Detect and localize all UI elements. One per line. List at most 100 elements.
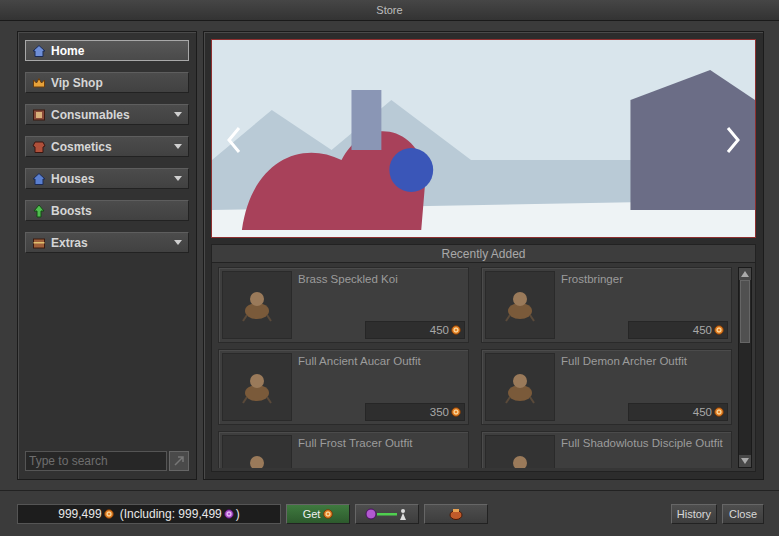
product-thumb [222,435,292,468]
shirt-icon [32,140,46,154]
product-name: Brass Speckled Koi [298,273,465,287]
get-coins-button[interactable]: Get [286,504,350,524]
recently-added-panel: Recently Added Brass Speckled Koi 450 Fr… [211,244,756,472]
banner-next-button[interactable] [723,124,743,156]
coin-icon [323,509,333,519]
balance-suffix: ) [236,507,240,521]
product-card[interactable]: Full Ancient Aucar Outfit 350 [218,349,469,425]
expand-arrow-icon [174,112,182,117]
balance-coins: 999,499 [58,507,101,521]
sidebar-item-label: Vip Shop [51,76,182,90]
house-icon [32,172,46,186]
sidebar-item-label: Home [51,44,182,58]
scroll-thumb[interactable] [740,280,750,343]
sidebar-item[interactable]: Houses [25,168,189,189]
get-label: Get [303,508,321,520]
product-name: Full Ancient Aucar Outfit [298,355,465,369]
product-info: Full Demon Archer Outfit 450 [561,353,728,421]
banner-art-icon [212,40,755,237]
product-card[interactable]: Full Frost Tracer Outfit [218,431,469,468]
main-panel: Recently Added Brass Speckled Koi 450 Fr… [203,31,764,480]
potion-icon [32,108,46,122]
product-icon [500,449,540,468]
product-grid: Brass Speckled Koi 450 Frostbringer 450 … [218,267,732,468]
chest-icon [32,236,46,250]
product-info: Full Shadowlotus Disciple Outfit [561,435,728,468]
home-icon [32,44,46,58]
title-bar: Store [0,0,779,21]
product-info: Full Ancient Aucar Outfit 350 [298,353,465,421]
chevron-right-icon [726,126,740,154]
store-window: Store Home Vip Shop Consumables Cosmetic… [0,0,779,536]
coin-icon [451,407,461,417]
sidebar: Home Vip Shop Consumables Cosmetics Hous… [17,31,197,480]
banner-prev-button[interactable] [224,124,244,156]
expand-arrow-icon [174,176,182,181]
close-button[interactable]: Close [722,504,764,524]
product-thumb [485,435,555,468]
transferable-coin-icon [224,509,234,519]
sidebar-item-label: Extras [51,236,169,250]
search-button[interactable] [169,451,189,471]
transfer-coins-icon [365,508,409,520]
coin-icon [451,325,461,335]
scroll-up-button[interactable] [739,268,751,280]
boost-icon [32,204,46,218]
product-info: Frostbringer 450 [561,271,728,339]
product-icon [500,285,540,325]
sidebar-item[interactable]: Extras [25,232,189,253]
price-value: 350 [430,406,449,418]
price-value: 450 [430,324,449,336]
search-field[interactable] [25,451,167,471]
product-name: Full Demon Archer Outfit [561,355,728,369]
product-thumb [485,353,555,421]
expand-arrow-icon [174,144,182,149]
product-name: Full Frost Tracer Outfit [298,437,465,451]
product-card[interactable]: Full Demon Archer Outfit 450 [481,349,732,425]
product-card[interactable]: Brass Speckled Koi 450 [218,267,469,343]
scroll-down-button[interactable] [739,455,751,467]
sidebar-item[interactable]: Home [25,40,189,61]
sidebar-item[interactable]: Vip Shop [25,72,189,93]
product-price: 350 [365,403,465,421]
transfer-coins-button[interactable] [355,504,419,524]
product-icon [237,367,277,407]
balance-including: (Including: 999,499 [120,507,222,521]
sidebar-item-label: Boosts [51,204,182,218]
product-price: 450 [365,321,465,339]
product-name: Full Shadowlotus Disciple Outfit [561,437,728,451]
product-thumb [222,271,292,339]
window-title: Store [376,4,402,16]
product-price: 450 [628,403,728,421]
product-thumb [485,271,555,339]
product-list: Brass Speckled Koi 450 Frostbringer 450 … [212,263,755,471]
crown-icon [32,76,46,90]
product-name: Frostbringer [561,273,728,287]
product-card[interactable]: Frostbringer 450 [481,267,732,343]
product-icon [237,285,277,325]
scroll-track [739,280,751,455]
sidebar-item-label: Houses [51,172,169,186]
search-row [25,451,189,471]
product-card[interactable]: Full Shadowlotus Disciple Outfit [481,431,732,468]
product-thumb [222,353,292,421]
price-value: 450 [693,324,712,336]
expand-arrow-icon [174,240,182,245]
scrollbar[interactable] [738,267,752,468]
product-icon [500,367,540,407]
product-price: 450 [628,321,728,339]
bottom-bar: 999,499 (Including: 999,499 ) Get Histor… [0,490,779,536]
coin-bag-button[interactable] [424,504,488,524]
banner-image [211,39,756,238]
sidebar-item[interactable]: Cosmetics [25,136,189,157]
recently-added-header: Recently Added [212,245,755,263]
coin-icon [714,325,724,335]
search-icon [173,455,185,467]
sidebar-item[interactable]: Consumables [25,104,189,125]
product-info: Full Frost Tracer Outfit [298,435,465,468]
sidebar-item[interactable]: Boosts [25,200,189,221]
coin-icon [714,407,724,417]
history-button[interactable]: History [671,504,717,524]
product-icon [237,449,277,468]
store-content: Home Vip Shop Consumables Cosmetics Hous… [0,21,779,490]
